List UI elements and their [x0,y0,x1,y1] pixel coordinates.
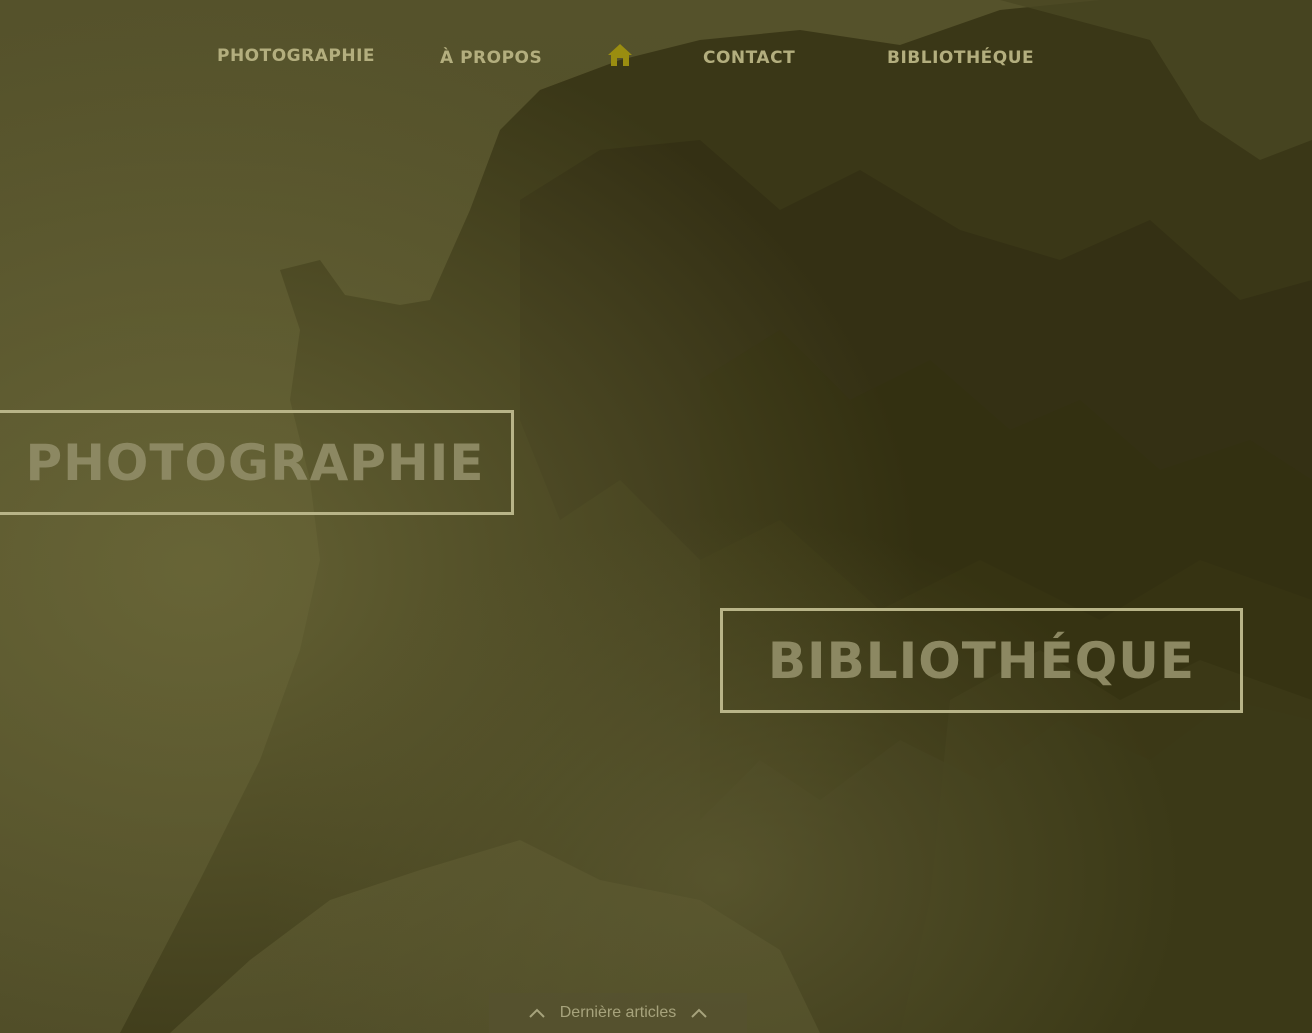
nav-link-contact[interactable]: CONTACT [703,48,795,68]
home-icon[interactable] [606,42,634,68]
latest-articles-label: Dernière articles [559,1004,677,1021]
photographie-section-label: PHOTOGRAPHIE [25,433,485,492]
photographie-section-link[interactable]: PHOTOGRAPHIE [0,410,514,515]
latest-articles-tab[interactable]: Dernière articles [489,993,747,1033]
hero-background: PHOTOGRAPHIE À PROPOS CONTACT BIBLIOTHÉQ… [0,0,1312,1033]
bibliotheque-section-label: BIBLIOTHÉQUE [767,631,1196,690]
chevron-up-icon [529,1008,545,1018]
nav-link-photographie[interactable]: PHOTOGRAPHIE [217,46,375,66]
nav-link-a-propos[interactable]: À PROPOS [440,48,542,68]
nav-link-bibliotheque[interactable]: BIBLIOTHÉQUE [887,48,1034,68]
main-navigation: PHOTOGRAPHIE À PROPOS CONTACT BIBLIOTHÉQ… [0,0,1312,110]
chevron-up-icon [691,1008,707,1018]
bibliotheque-section-link[interactable]: BIBLIOTHÉQUE [720,608,1243,713]
mountain-background-image [0,0,1312,1033]
